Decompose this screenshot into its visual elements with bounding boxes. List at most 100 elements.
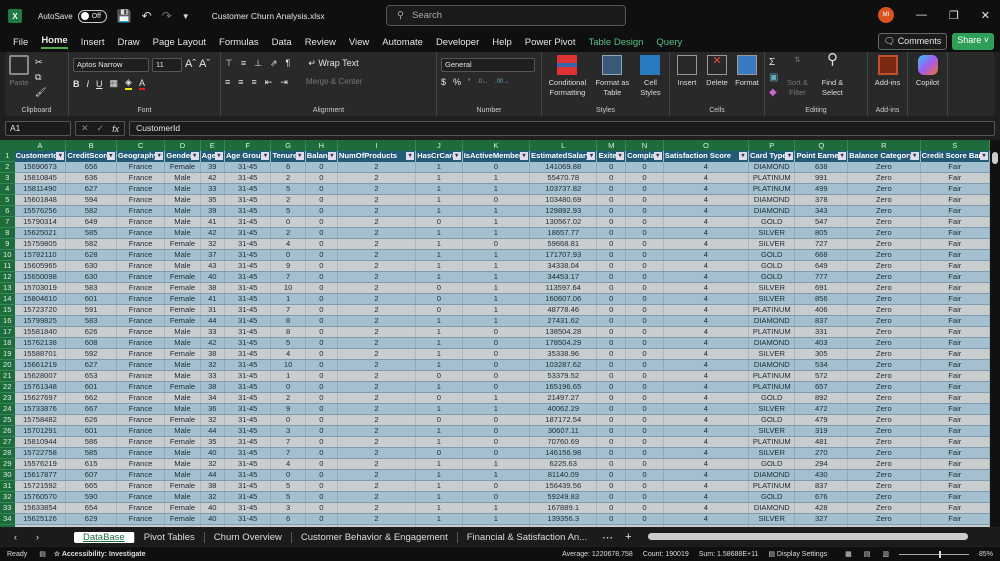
tab-developer[interactable]: Developer [436, 37, 479, 48]
table-cell[interactable]: 40062.29 [529, 403, 598, 415]
table-cell[interactable]: 31-45 [224, 513, 272, 525]
table-cell[interactable]: 2 [337, 337, 417, 349]
table-cell[interactable]: 586 [65, 436, 117, 448]
autosum-icon[interactable]: Σ [769, 55, 778, 70]
table-cell[interactable]: 0 [305, 238, 338, 250]
table-cell[interactable]: 479 [794, 414, 849, 426]
filter-dropdown-icon[interactable]: ▾ [838, 152, 847, 160]
table-cell[interactable]: 582 [65, 238, 117, 250]
table-cell[interactable]: 0 [305, 216, 338, 228]
table-header-cell[interactable]: Balance Category ▾ [847, 151, 921, 162]
table-header-cell[interactable]: Point Earned ▾ [794, 151, 849, 162]
table-cell[interactable]: 1 [462, 502, 531, 514]
table-cell[interactable]: 0 [415, 282, 463, 294]
table-cell[interactable]: 103480.69 [529, 194, 598, 206]
table-cell[interactable]: 0 [625, 359, 664, 371]
table-cell[interactable]: 0 [415, 447, 463, 459]
table-cell[interactable]: 42 [200, 227, 225, 239]
table-cell[interactable]: 1 [415, 469, 463, 481]
table-cell[interactable]: Fair [920, 172, 990, 184]
table-cell[interactable]: 141069.88 [529, 161, 598, 173]
row-number[interactable]: 35 [0, 524, 15, 527]
table-cell[interactable]: France [116, 326, 166, 338]
table-cell[interactable]: France [116, 436, 166, 448]
share-button[interactable]: Share ˅ [952, 33, 994, 50]
table-cell[interactable]: 0 [625, 458, 664, 470]
filter-dropdown-icon[interactable]: ▾ [190, 152, 199, 160]
table-cell[interactable]: 15721592 [14, 480, 67, 492]
table-cell[interactable]: 31-45 [224, 282, 272, 294]
table-cell[interactable]: Male [164, 183, 201, 195]
table-cell[interactable]: 31-45 [224, 227, 272, 239]
table-cell[interactable]: 38 [200, 381, 225, 393]
table-cell[interactable]: 5 [270, 337, 306, 349]
table-cell[interactable]: 636 [65, 172, 117, 184]
table-cell[interactable]: Fair [920, 326, 990, 338]
table-cell[interactable]: Zero [847, 359, 921, 371]
tab-help[interactable]: Help [492, 37, 512, 48]
row-number[interactable]: 20 [0, 359, 15, 371]
table-cell[interactable]: 626 [65, 414, 117, 426]
table-cell[interactable]: 837 [794, 480, 849, 492]
row-number[interactable]: 9 [0, 238, 15, 250]
table-cell[interactable]: DIAMOND [748, 205, 796, 217]
table-cell[interactable]: Zero [847, 249, 921, 261]
table-cell[interactable]: 4 [663, 337, 750, 349]
table-cell[interactable]: 0 [625, 315, 664, 327]
table-cell[interactable]: France [116, 293, 166, 305]
column-header[interactable]: S [920, 140, 990, 151]
format-cells-button[interactable]: Format [734, 55, 760, 113]
table-cell[interactable]: 592 [65, 348, 117, 360]
table-cell[interactable]: 1 [415, 227, 463, 239]
table-cell[interactable]: France [116, 348, 166, 360]
table-header-cell[interactable]: HasCrCard ▾ [415, 151, 463, 162]
table-cell[interactable]: Female [164, 436, 201, 448]
table-cell[interactable]: 31-45 [224, 216, 272, 228]
table-cell[interactable]: Fair [920, 513, 990, 525]
filter-dropdown-icon[interactable]: ▾ [56, 152, 65, 160]
table-cell[interactable]: 15570360 [14, 524, 67, 527]
table-cell[interactable]: 629 [65, 513, 117, 525]
table-cell[interactable]: Zero [847, 183, 921, 195]
table-cell[interactable]: France [116, 469, 166, 481]
align-left-icon[interactable]: ≡ [225, 77, 230, 88]
table-cell[interactable]: 31-45 [224, 348, 272, 360]
table-cell[interactable]: 0 [625, 326, 664, 338]
table-cell[interactable]: Fair [920, 359, 990, 371]
table-cell[interactable]: 601 [65, 293, 117, 305]
table-cell[interactable]: 654 [65, 502, 117, 514]
add-sheet-icon[interactable]: + [625, 531, 631, 543]
table-cell[interactable]: 35 [200, 436, 225, 448]
table-cell[interactable]: Fair [920, 249, 990, 261]
table-cell[interactable]: 38 [200, 348, 225, 360]
sheet-tab-churn-overview[interactable]: Churn Overview [205, 531, 292, 543]
column-header[interactable]: J [415, 140, 463, 151]
decrease-decimal-icon[interactable]: .00→ [495, 79, 509, 85]
table-cell[interactable]: 15810944 [14, 436, 67, 448]
table-cell[interactable]: Fair [920, 271, 990, 283]
table-cell[interactable]: GOLD [748, 216, 796, 228]
table-cell[interactable]: 2 [337, 513, 417, 525]
table-cell[interactable]: 0 [596, 282, 627, 294]
filter-dropdown-icon[interactable]: ▾ [155, 152, 164, 160]
table-cell[interactable]: Female [164, 502, 201, 514]
table-cell[interactable]: 2 [337, 469, 417, 481]
table-cell[interactable]: Fair [920, 337, 990, 349]
table-cell[interactable]: 0 [625, 370, 664, 382]
table-cell[interactable]: 2 [337, 480, 417, 492]
table-cell[interactable]: Fair [920, 403, 990, 415]
table-cell[interactable]: 0 [462, 194, 531, 206]
table-cell[interactable]: 583 [65, 282, 117, 294]
table-cell[interactable]: Male [164, 260, 201, 272]
close-icon[interactable]: ✕ [981, 9, 990, 22]
table-cell[interactable]: 31 [200, 304, 225, 316]
table-cell[interactable]: 15617877 [14, 469, 67, 481]
table-cell[interactable]: 15601848 [14, 194, 67, 206]
table-cell[interactable]: 1 [415, 436, 463, 448]
filter-dropdown-icon[interactable]: ▾ [327, 152, 336, 160]
table-cell[interactable]: France [116, 480, 166, 492]
table-cell[interactable]: 0 [305, 315, 338, 327]
table-header-cell[interactable]: Credit Score Band ▾ [920, 151, 990, 162]
table-header-cell[interactable]: CustomerId ▾ [14, 151, 67, 162]
bold-icon[interactable]: B [73, 79, 80, 89]
